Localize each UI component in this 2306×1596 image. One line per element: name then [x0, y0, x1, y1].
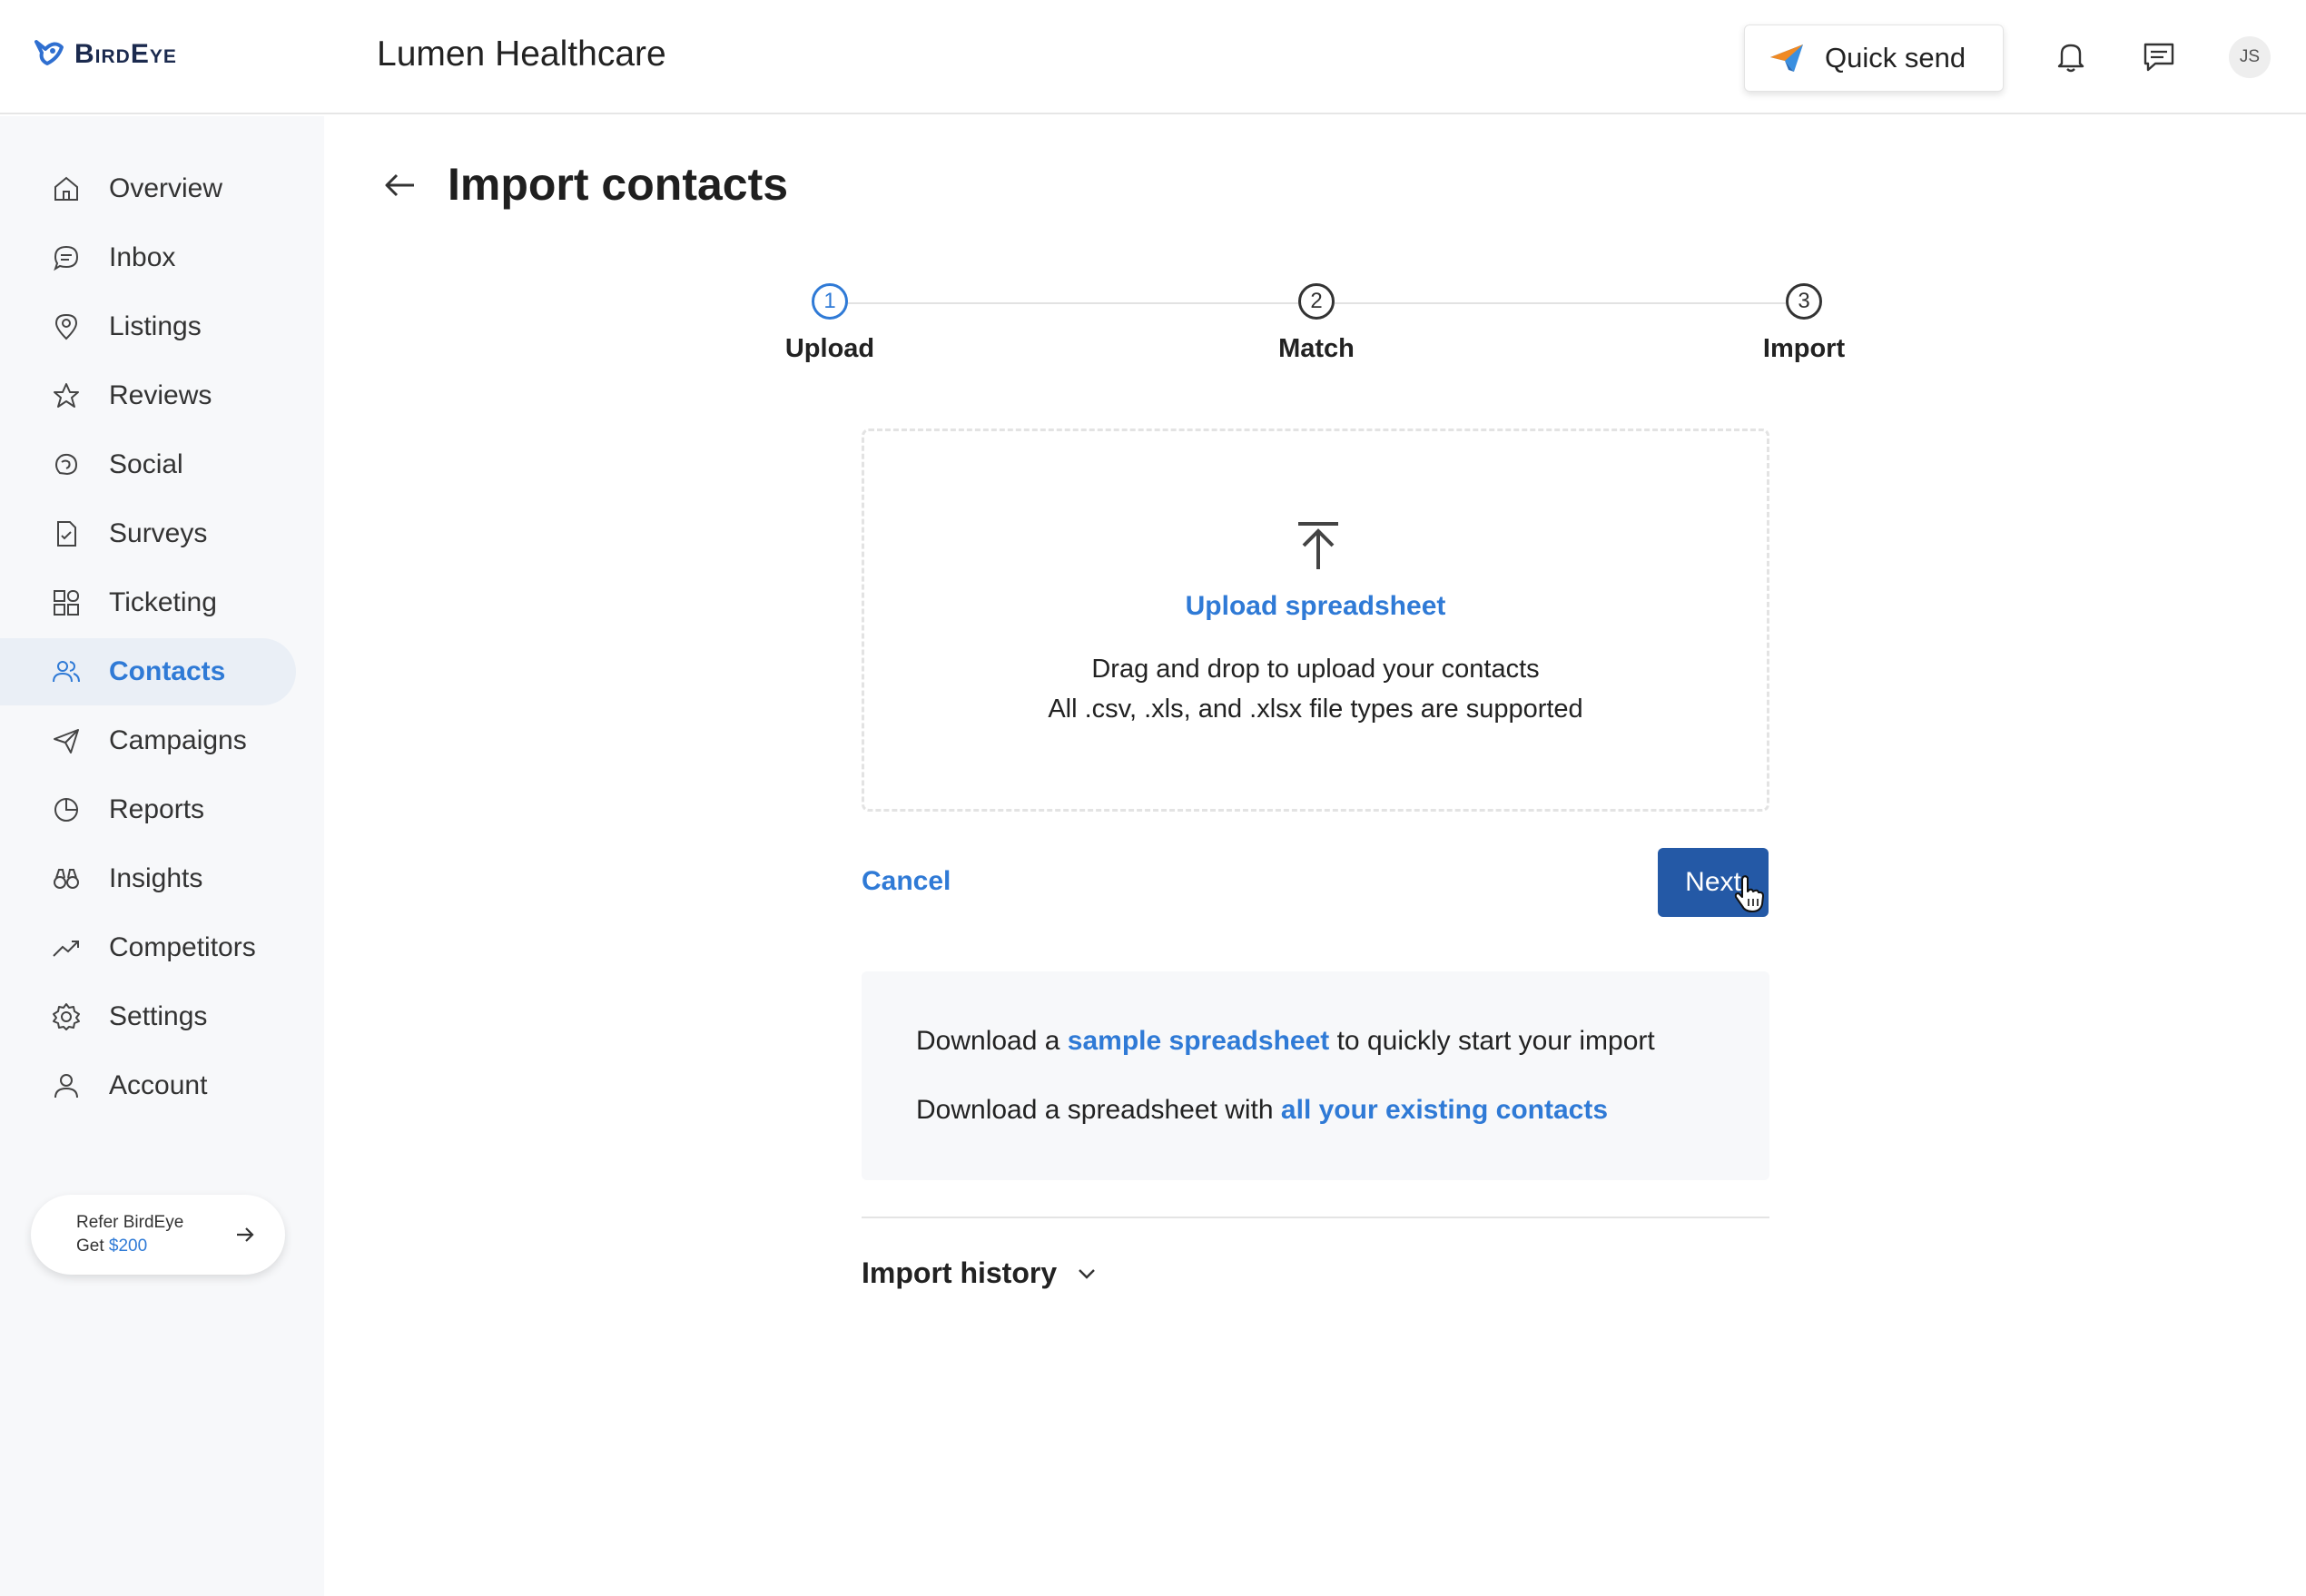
- sidebar-item-label: Campaigns: [109, 725, 247, 755]
- business-name[interactable]: Lumen Healthcare: [377, 34, 666, 74]
- sidebar-item-label: Insights: [109, 863, 203, 893]
- sidebar-item-overview[interactable]: Overview: [0, 155, 296, 222]
- step-upload: 1 Upload: [739, 283, 921, 364]
- chevron-down-icon: [1079, 1268, 1095, 1279]
- sidebar-item-inbox[interactable]: Inbox: [0, 224, 296, 291]
- refer-amount: $200: [108, 1236, 148, 1256]
- survey-document-icon: [57, 521, 76, 547]
- page-title: Import contacts: [448, 159, 789, 210]
- sidebar-item-reviews[interactable]: Reviews: [0, 362, 296, 429]
- step-number: 3: [1786, 283, 1822, 320]
- import-history-label: Import history: [862, 1256, 1058, 1289]
- home-icon: [54, 176, 78, 201]
- sidebar-item-insights[interactable]: Insights: [0, 845, 296, 912]
- paper-plane-icon: [54, 729, 79, 754]
- people-icon: [53, 661, 80, 683]
- sidebar-item-account[interactable]: Account: [0, 1052, 296, 1119]
- paper-plane-icon: [1770, 44, 1803, 72]
- step-match: 2 Match: [1226, 283, 1407, 364]
- sidebar-item-label: Overview: [109, 173, 223, 203]
- sidebar-item-label: Account: [109, 1070, 208, 1100]
- refer-reward: Get $200: [76, 1236, 147, 1256]
- sidebar-item-label: Reviews: [109, 380, 212, 410]
- sidebar-item-listings[interactable]: Listings: [0, 293, 296, 360]
- back-arrow-icon[interactable]: [379, 165, 419, 205]
- star-icon: [54, 383, 79, 408]
- download-panel: Download a sample spreadsheet to quickly…: [862, 971, 1769, 1180]
- download-existing-row: Download a spreadsheet with all your exi…: [916, 1095, 1608, 1126]
- sidebar-item-contacts[interactable]: Contacts: [0, 638, 296, 705]
- refer-reward-prefix: Get: [76, 1236, 109, 1256]
- sidebar-item-surveys[interactable]: Surveys: [0, 500, 296, 567]
- bell-icon[interactable]: [2051, 36, 2091, 76]
- upload-dropzone[interactable]: Upload spreadsheet Drag and drop to uplo…: [862, 429, 1769, 812]
- brand-name: BirdEye: [74, 39, 177, 69]
- sidebar-item-label: Settings: [109, 1001, 208, 1031]
- step-label: Match: [1278, 334, 1355, 363]
- existing-contacts-link[interactable]: all your existing contacts: [1281, 1095, 1608, 1125]
- messages-icon[interactable]: [2139, 36, 2179, 76]
- sidebar-item-reports[interactable]: Reports: [0, 776, 296, 843]
- sidebar-item-label: Ticketing: [109, 587, 217, 617]
- birdeye-logo[interactable]: BirdEye: [31, 36, 177, 73]
- arrow-right-icon: [237, 1227, 254, 1242]
- sidebar-item-ticketing[interactable]: Ticketing: [0, 569, 296, 636]
- top-bar: BirdEye Lumen Healthcare Quick send JS: [0, 0, 2306, 114]
- download-sample-suffix: to quickly start your import: [1329, 1026, 1655, 1056]
- social-icon: [55, 453, 78, 476]
- refer-birdeye-button[interactable]: Refer BirdEye Get $200: [31, 1195, 285, 1275]
- sample-spreadsheet-link[interactable]: sample spreadsheet: [1068, 1026, 1329, 1056]
- pie-chart-icon: [54, 798, 78, 822]
- person-icon: [54, 1074, 78, 1098]
- location-pin-icon: [54, 313, 78, 340]
- quick-send-label: Quick send: [1825, 42, 1966, 74]
- download-sample-row: Download a sample spreadsheet to quickly…: [916, 1026, 1655, 1057]
- grid-icon: [54, 590, 79, 616]
- quick-send-button[interactable]: Quick send: [1744, 25, 2004, 92]
- cancel-button[interactable]: Cancel: [862, 866, 951, 897]
- sidebar-item-label: Surveys: [109, 518, 208, 548]
- sidebar-item-label: Inbox: [109, 242, 176, 272]
- hand-cursor-icon: [1734, 875, 1764, 912]
- upload-spreadsheet-link[interactable]: Upload spreadsheet: [864, 591, 1767, 622]
- dropzone-instructions: Drag and drop to upload your contacts: [1091, 655, 1540, 684]
- step-number: 2: [1298, 283, 1335, 320]
- sidebar-item-label: Reports: [109, 794, 205, 824]
- download-existing-prefix: Download a spreadsheet with: [916, 1095, 1281, 1125]
- import-history-toggle[interactable]: Import history: [862, 1256, 1099, 1290]
- sidebar-item-label: Listings: [109, 311, 202, 341]
- sidebar-item-label: Contacts: [109, 656, 226, 686]
- chat-bubble-icon: [54, 245, 79, 271]
- section-divider: [862, 1217, 1769, 1218]
- sidebar-item-settings[interactable]: Settings: [0, 983, 296, 1050]
- dropzone-file-types: All .csv, .xls, and .xlsx file types are…: [1048, 695, 1583, 724]
- gear-icon: [53, 1003, 80, 1030]
- sidebar-item-campaigns[interactable]: Campaigns: [0, 707, 296, 774]
- download-sample-prefix: Download a: [916, 1026, 1068, 1056]
- sidebar-item-social[interactable]: Social: [0, 431, 296, 498]
- step-label: Upload: [784, 334, 875, 363]
- upload-arrow-icon: [1298, 522, 1338, 569]
- sidebar-item-competitors[interactable]: Competitors: [0, 914, 296, 981]
- birdeye-logo-icon: [34, 40, 64, 65]
- step-number: 1: [812, 283, 848, 320]
- refer-title: Refer BirdEye: [76, 1213, 184, 1232]
- sidebar-item-label: Competitors: [109, 932, 256, 962]
- user-avatar[interactable]: JS: [2229, 36, 2271, 78]
- sidebar-item-label: Social: [109, 449, 183, 479]
- trend-up-icon: [53, 941, 79, 957]
- binoculars-icon: [54, 869, 79, 889]
- sidebar: Overview Inbox Listings Reviews Social S…: [0, 116, 324, 1596]
- step-import: 3 Import: [1713, 283, 1895, 364]
- step-label: Import: [1762, 334, 1846, 363]
